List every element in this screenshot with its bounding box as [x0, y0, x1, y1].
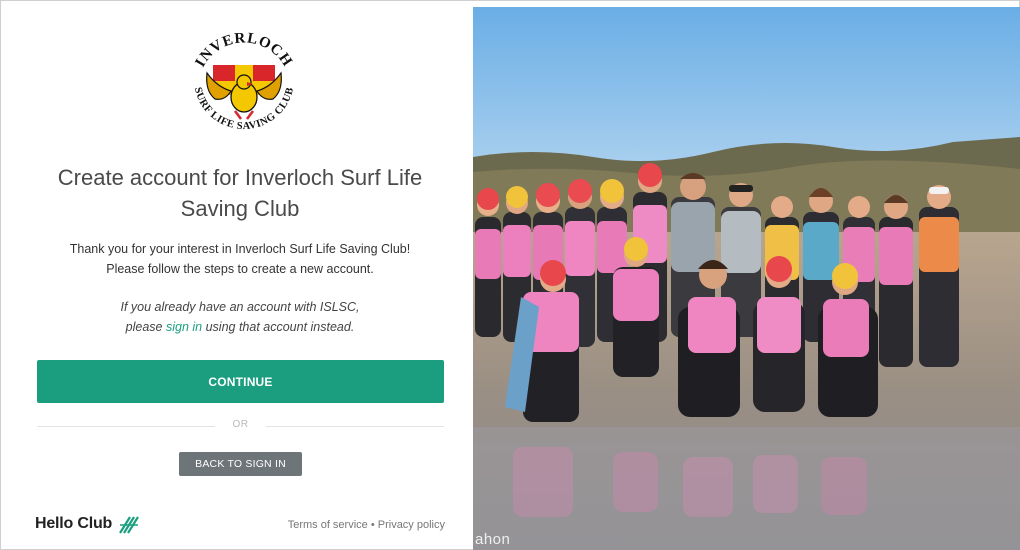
or-divider: OR	[37, 418, 444, 434]
sky	[473, 7, 1020, 167]
hero-photo: ahon	[473, 7, 1020, 550]
page-title: Create account for Inverloch Surf Life S…	[57, 165, 423, 221]
page: INVERLOCH SURF LIFE SAVING CLUB Create a…	[0, 0, 1020, 550]
svg-text:INVERLOCH: INVERLOCH	[192, 30, 295, 70]
signup-panel: INVERLOCH SURF LIFE SAVING CLUB Create a…	[7, 7, 473, 549]
back-to-sign-in-button[interactable]: BACK TO SIGN IN	[179, 452, 302, 476]
club-logo: INVERLOCH SURF LIFE SAVING CLUB	[185, 27, 303, 155]
existing-line-2: please sign in using that account instea…	[27, 317, 453, 337]
photo-caption: ahon	[475, 531, 511, 548]
footer-separator: •	[367, 519, 378, 531]
logo-top-text: INVERLOCH	[192, 30, 294, 70]
existing-line-1: If you already have an account with ISLS…	[120, 300, 360, 314]
existing-suffix: using that account instead.	[202, 320, 355, 334]
intro-line-1: Thank you for your interest in Inverloch…	[69, 242, 411, 256]
hello-club-brand-link[interactable]: Hello Club	[35, 512, 140, 536]
terms-of-service-link[interactable]: Terms of service	[288, 519, 368, 531]
or-label: OR	[232, 419, 249, 430]
existing-account-note: If you already have an account with ISLS…	[27, 297, 453, 337]
existing-prefix: please	[125, 320, 166, 334]
continue-button[interactable]: CONTINUE	[37, 360, 444, 403]
intro-line-2: Please follow the steps to create a new …	[106, 262, 374, 276]
sign-in-link[interactable]: sign in	[166, 320, 202, 334]
brand-name: Hello Club	[35, 515, 113, 532]
divider-line-right	[266, 426, 444, 427]
hello-club-logo-icon	[118, 513, 140, 535]
privacy-policy-link[interactable]: Privacy policy	[378, 519, 445, 531]
intro-text: Thank you for your interest in Inverloch…	[27, 239, 453, 279]
footer-links: Terms of service • Privacy policy	[288, 519, 445, 531]
